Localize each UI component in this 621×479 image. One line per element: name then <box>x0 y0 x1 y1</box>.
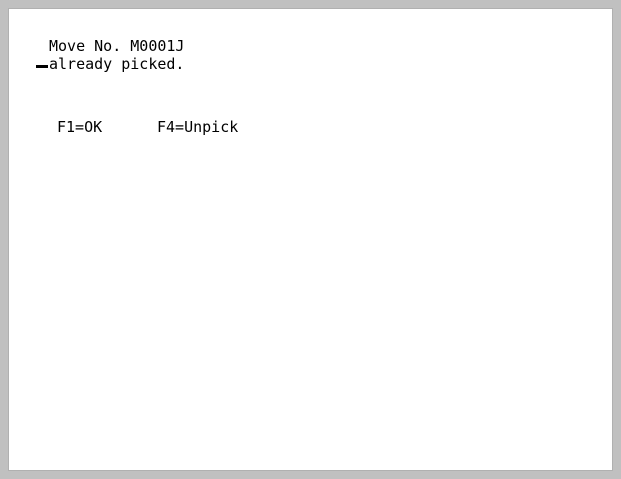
message-line-2: already picked. <box>49 55 185 73</box>
input-cursor[interactable] <box>36 65 48 68</box>
terminal-screen <box>8 8 613 471</box>
f1-ok-key[interactable]: F1=OK <box>57 118 102 136</box>
f4-unpick-key[interactable]: F4=Unpick <box>157 118 238 136</box>
message-line-1: Move No. M0001J <box>49 37 185 55</box>
